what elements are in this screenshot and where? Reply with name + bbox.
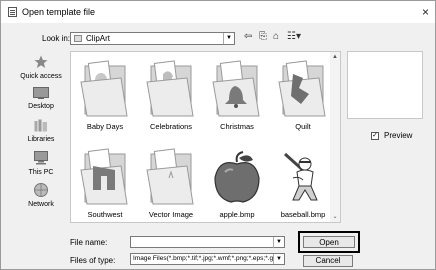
file-item-baseball-bmp[interactable]: baseball.bmp (270, 148, 336, 219)
star-icon (34, 55, 48, 68)
libraries-icon (34, 119, 47, 132)
file-label: Quilt (295, 122, 311, 131)
folder-icon (80, 148, 128, 205)
place-label: Desktop (28, 103, 54, 110)
place-label: Network (28, 201, 54, 208)
folder-icon (212, 60, 260, 117)
place-network[interactable]: Network (13, 183, 69, 208)
file-list[interactable]: Baby Days Celebrations Christmas Quilt S… (70, 51, 341, 223)
file-label: Celebrations (149, 122, 193, 131)
open-template-dialog: Open template file × Look in: ClipArt ▼ … (0, 0, 436, 270)
preview-checkbox[interactable]: ✓ (371, 132, 379, 140)
place-label: Quick access (20, 73, 62, 80)
baseball-image-thumbnail (275, 148, 331, 206)
title-bar: Open template file × (1, 1, 435, 23)
file-item-quilt[interactable]: Quilt (270, 60, 336, 131)
file-list-scrollbar[interactable]: ▲ ⌄ (330, 52, 340, 222)
up-folder-icon[interactable]: ⎘ (259, 31, 267, 42)
chevron-down-icon[interactable]: ▼ (273, 237, 284, 248)
file-label: Christmas (220, 122, 254, 131)
network-icon (34, 183, 48, 197)
file-item-southwest[interactable]: Southwest (72, 148, 138, 219)
folder-icon (80, 60, 128, 117)
folder-icon (278, 60, 326, 117)
place-label: This PC (28, 169, 54, 176)
new-folder-icon[interactable]: ⌂ (273, 31, 279, 42)
apple-image-thumbnail (209, 148, 265, 206)
preview-pane (347, 51, 423, 119)
chevron-down-icon[interactable]: ▼ (223, 33, 234, 44)
cancel-button[interactable]: Cancel (303, 255, 353, 267)
file-item-vector-image[interactable]: Vector Image (138, 148, 204, 219)
look-in-dropdown[interactable]: ClipArt ▼ (70, 32, 235, 45)
file-name-field[interactable]: ▼ (130, 236, 285, 248)
scroll-down-icon[interactable]: ⌄ (330, 213, 340, 220)
document-icon (8, 7, 17, 17)
file-name-label: File name: (70, 238, 108, 247)
files-of-type-value: Image Files(*.bmp;*.tif;*.jpg;*.wmf;*.pn… (133, 255, 274, 262)
file-item-celebrations[interactable]: Celebrations (138, 60, 204, 131)
open-button-label: Open (303, 236, 355, 248)
place-desktop[interactable]: Desktop (13, 87, 69, 110)
chevron-down-icon[interactable]: ▼ (273, 254, 284, 264)
folder-icon (146, 148, 194, 205)
file-label: Southwest (87, 210, 123, 219)
place-libraries[interactable]: Libraries (13, 119, 69, 143)
open-button[interactable]: Open (298, 231, 360, 253)
place-this-pc[interactable]: This PC (13, 151, 69, 176)
desktop-icon (33, 87, 49, 99)
file-label: baseball.bmp (280, 210, 326, 219)
window-title: Open template file (22, 7, 96, 17)
place-label: Libraries (27, 136, 55, 143)
back-icon[interactable]: ⇦ (244, 31, 252, 42)
files-of-type-dropdown[interactable]: Image Files(*.bmp;*.tif;*.jpg;*.wmf;*.pn… (130, 253, 285, 265)
place-quick-access[interactable]: Quick access (13, 55, 69, 80)
view-menu-icon[interactable]: ☷▾ (287, 31, 301, 42)
folder-icon (146, 60, 194, 117)
places-bar: Quick access Desktop Libraries This PC N… (13, 51, 69, 261)
close-icon[interactable]: × (422, 5, 429, 19)
file-item-baby-days[interactable]: Baby Days (72, 60, 138, 131)
look-in-value: ClipArt (86, 34, 111, 43)
file-item-apple-bmp[interactable]: apple.bmp (204, 148, 270, 219)
file-label: apple.bmp (219, 210, 255, 219)
files-of-type-label: Files of type: (70, 256, 116, 265)
scroll-up-icon[interactable]: ▲ (330, 54, 340, 60)
folder-icon (74, 35, 82, 42)
look-in-label: Look in: (42, 34, 71, 43)
file-item-christmas[interactable]: Christmas (204, 60, 270, 131)
computer-icon (34, 151, 48, 165)
file-label: Vector Image (148, 210, 194, 219)
file-label: Baby Days (86, 122, 124, 131)
preview-label[interactable]: Preview (384, 131, 412, 140)
